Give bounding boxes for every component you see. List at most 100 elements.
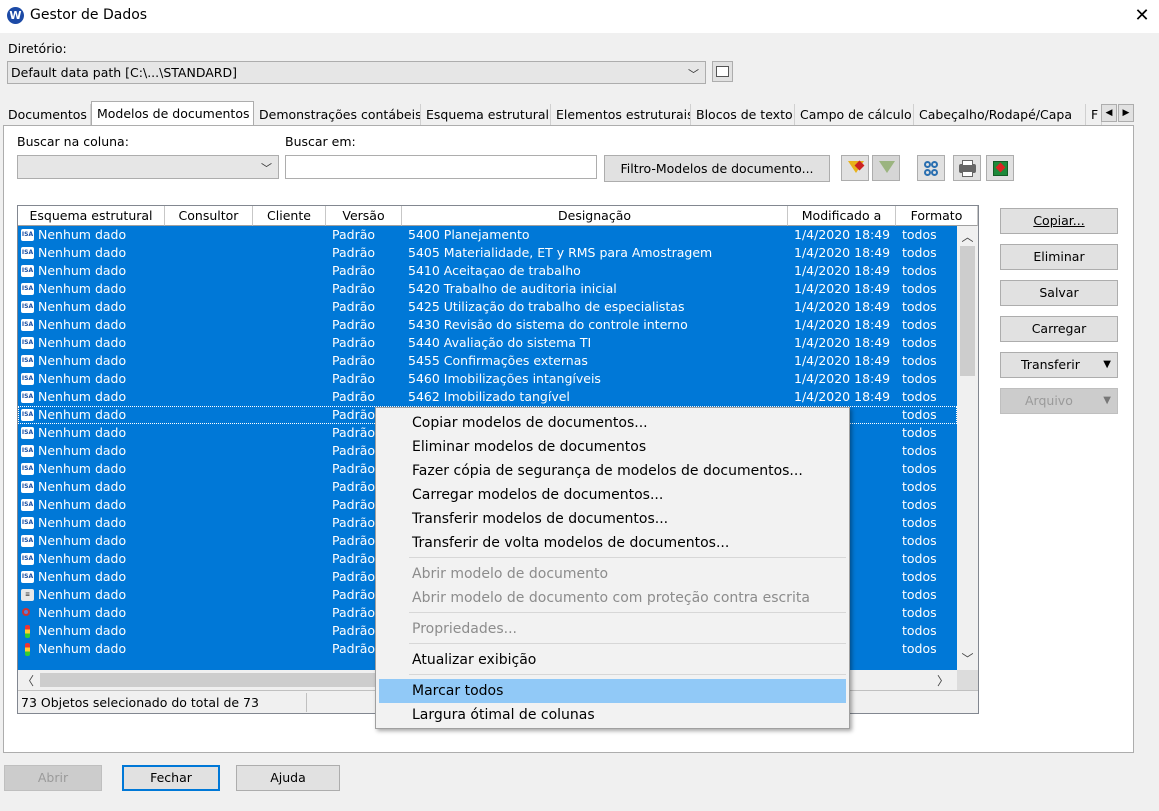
cell-formato: todos xyxy=(902,551,937,566)
archive-button[interactable]: Arquivo ▼ xyxy=(1000,388,1118,414)
cell-formato: todos xyxy=(902,623,937,638)
vertical-scroll-thumb[interactable] xyxy=(960,246,975,376)
printer-paper xyxy=(962,160,973,166)
cell-formato: todos xyxy=(902,641,937,656)
cell-formato: todos xyxy=(902,317,937,332)
cell-formato: todos xyxy=(902,335,937,350)
menu-item-12[interactable]: Largura ótimal de colunas xyxy=(379,703,846,727)
scroll-up-icon[interactable]: ︿ xyxy=(960,228,975,245)
isa-icon: ISA xyxy=(21,571,34,583)
tab-3[interactable]: Demonstrações contábeis xyxy=(254,104,421,126)
delete-button[interactable]: Eliminar xyxy=(1000,244,1118,270)
table-row[interactable]: ISA Nenhum dado Padrão 5400 Planejamento 1/4… xyxy=(18,226,957,244)
cell-esquema: Nenhum dado xyxy=(38,317,127,332)
menu-item-10[interactable]: Atualizar exibição xyxy=(379,648,846,672)
isa-icon: ISA xyxy=(21,517,34,529)
tab-scroll-left-icon[interactable]: ◀ xyxy=(1101,104,1117,122)
cell-formato: todos xyxy=(902,605,937,620)
cell-modificado: 1/4/2020 18:49 xyxy=(794,227,891,242)
search-input[interactable] xyxy=(285,155,597,179)
export-icon[interactable] xyxy=(986,155,1014,181)
table-row[interactable]: ISA Nenhum dado Padrão 5440 Avaliação do si… xyxy=(18,334,957,352)
menu-item-8[interactable]: Abrir modelo de documento com proteção c… xyxy=(379,586,846,610)
tab-1[interactable]: Documentos xyxy=(3,104,91,126)
circle-shape xyxy=(931,169,938,176)
column-header-formato[interactable]: Formato xyxy=(896,206,978,226)
table-row[interactable]: ISA Nenhum dado Padrão 5425 Utilização do t… xyxy=(18,298,957,316)
transfer-button[interactable]: Transferir ▼ xyxy=(1000,352,1118,378)
menu-item-4[interactable]: Carregar modelos de documentos... xyxy=(379,483,846,507)
cell-designacao: 5420 Trabalho de auditoria inicial xyxy=(408,281,617,296)
cell-esquema: Nenhum dado xyxy=(38,407,127,422)
cell-versao: Padrão xyxy=(332,263,376,278)
table-row[interactable]: ISA Nenhum dado Padrão 5420 Trabalho de aud… xyxy=(18,280,957,298)
columns-icon[interactable] xyxy=(917,155,945,181)
tab-9[interactable]: F xyxy=(1086,104,1102,126)
cell-designacao: 5460 Imobilizações intangíveis xyxy=(408,371,601,386)
scroll-down-icon[interactable]: ﹀ xyxy=(960,650,975,667)
menu-item-1[interactable]: Copiar modelos de documentos... xyxy=(379,411,846,435)
table-row[interactable]: ISA Nenhum dado Padrão 5455 Confirmações ex… xyxy=(18,352,957,370)
cell-formato: todos xyxy=(902,533,937,548)
table-row[interactable]: ISA Nenhum dado Padrão 5430 Revisão do sist… xyxy=(18,316,957,334)
vertical-scrollbar[interactable]: ︿ ﹀ xyxy=(957,226,978,670)
tab-6[interactable]: Blocos de texto xyxy=(691,104,795,126)
cell-designacao: 5400 Planejamento xyxy=(408,227,530,242)
scroll-left-icon[interactable]: 〈 xyxy=(21,672,35,689)
column-header-versao[interactable]: Versão xyxy=(326,206,402,226)
table-row[interactable]: ISA Nenhum dado Padrão 5405 Materialidade, … xyxy=(18,244,957,262)
menu-item-5[interactable]: Transferir modelos de documentos... xyxy=(379,507,846,531)
close-icon[interactable]: ✕ xyxy=(1128,3,1156,29)
tab-8[interactable]: Cabeçalho/Rodapé/Capa xyxy=(914,104,1086,126)
menu-item-9[interactable]: Propriedades... xyxy=(379,617,846,641)
column-header-esquema[interactable]: Esquema estrutural xyxy=(18,206,165,226)
table-row[interactable]: ISA Nenhum dado Padrão 5462 Imobilizado tan… xyxy=(18,388,957,406)
cell-designacao: 5425 Utilização do trabalho de especiali… xyxy=(408,299,685,314)
close-button[interactable]: Fechar xyxy=(122,765,220,791)
cell-esquema: Nenhum dado xyxy=(38,515,127,530)
isa-icon: ISA xyxy=(21,265,34,277)
load-button[interactable]: Carregar xyxy=(1000,316,1118,342)
column-header-consultor[interactable]: Consultor xyxy=(165,206,253,226)
isa-icon: ISA xyxy=(21,301,34,313)
menu-item-11[interactable]: Marcar todos xyxy=(379,679,846,703)
tab-7[interactable]: Campo de cálculo xyxy=(795,104,914,126)
filter-apply-icon[interactable] xyxy=(841,155,869,181)
search-column-select[interactable]: ﹀ xyxy=(17,155,279,179)
menu-item-7[interactable]: Abrir modelo de documento xyxy=(379,562,846,586)
search-column-label: Buscar na coluna: xyxy=(17,134,129,149)
table-row[interactable]: ISA Nenhum dado Padrão 5410 Aceitaçao de tr… xyxy=(18,262,957,280)
tab-4[interactable]: Esquema estrutural xyxy=(421,104,551,126)
menu-separator xyxy=(409,643,846,644)
tab-5[interactable]: Elementos estruturais xyxy=(551,104,691,126)
directory-select[interactable]: Default data path [C:\...\STANDARD] ﹀ xyxy=(7,61,706,84)
tab-scroll-right-icon[interactable]: ▶ xyxy=(1118,104,1134,122)
menu-item-6[interactable]: Transferir de volta modelos de documento… xyxy=(379,531,846,555)
column-header-cliente[interactable]: Cliente xyxy=(253,206,326,226)
cell-versao: Padrão xyxy=(332,371,376,386)
help-button[interactable]: Ajuda xyxy=(236,765,340,791)
menu-item-3[interactable]: Fazer cópia de segurança de modelos de d… xyxy=(379,459,846,483)
scroll-right-icon[interactable]: 〉 xyxy=(936,672,950,689)
column-header-modificado[interactable]: Modificado a xyxy=(788,206,896,226)
filter-button[interactable]: Filtro-Modelos de documento... xyxy=(604,155,830,182)
filter-clear-icon[interactable] xyxy=(872,155,900,181)
isa-icon: ISA xyxy=(21,373,34,385)
menu-item-2[interactable]: Eliminar modelos de documentos xyxy=(379,435,846,459)
cell-versao: Padrão xyxy=(332,317,376,332)
print-icon[interactable] xyxy=(953,155,981,181)
save-button[interactable]: Salvar xyxy=(1000,280,1118,306)
column-header-designacao[interactable]: Designação xyxy=(402,206,788,226)
directory-browse-button[interactable] xyxy=(712,61,733,82)
horizontal-scroll-thumb[interactable] xyxy=(40,673,420,687)
copy-button[interactable]: Copiar... xyxy=(1000,208,1118,234)
cell-formato: todos xyxy=(902,263,937,278)
open-button[interactable]: Abrir xyxy=(4,765,102,791)
table-row[interactable]: ISA Nenhum dado Padrão 5460 Imobilizações i… xyxy=(18,370,957,388)
cell-formato: todos xyxy=(902,371,937,386)
circle-shape xyxy=(924,169,931,176)
cell-formato: todos xyxy=(902,587,937,602)
table-header: Esquema estrutural Consultor Cliente Ver… xyxy=(18,206,978,226)
cell-formato: todos xyxy=(902,443,937,458)
tab-2[interactable]: Modelos de documentos xyxy=(91,101,254,127)
